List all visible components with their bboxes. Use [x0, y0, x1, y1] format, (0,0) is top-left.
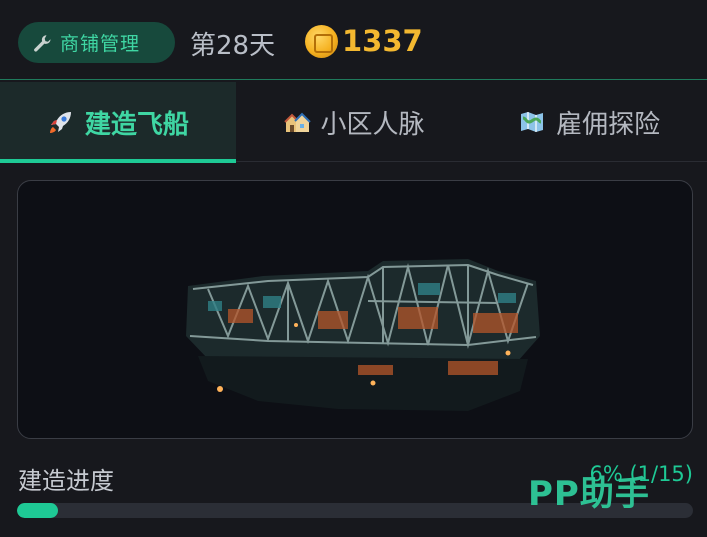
- app-root: 商铺管理 第28天 1337 建造飞船 小区人脉 雇佣探险 建造进度 6% (1…: [0, 0, 707, 537]
- spaceship-frame-image: [186, 259, 540, 411]
- coin-amount: 1337: [342, 24, 423, 58]
- tab-build-ship[interactable]: 建造飞船: [0, 82, 236, 163]
- day-counter: 第28天: [190, 31, 276, 61]
- coin-balance: 1337: [305, 24, 423, 58]
- build-progress-fill: [17, 503, 58, 518]
- map-icon: [521, 112, 544, 132]
- top-status-bar: 商铺管理 第28天 1337: [0, 0, 707, 80]
- houses-icon: [283, 112, 311, 132]
- tab-hire-expedition[interactable]: 雇佣探险: [471, 82, 707, 162]
- coin-icon: [305, 24, 338, 58]
- shop-management-label: 商铺管理: [60, 33, 141, 55]
- tab-community-contacts-label: 小区人脉: [320, 109, 425, 140]
- tab-hire-expedition-label: 雇佣探险: [556, 109, 661, 140]
- shop-management-button[interactable]: 商铺管理: [18, 22, 175, 63]
- tab-build-ship-label: 建造飞船: [84, 109, 189, 140]
- wrench-icon: [34, 34, 51, 52]
- rocket-icon: [49, 112, 71, 133]
- tab-community-contacts[interactable]: 小区人脉: [236, 82, 472, 162]
- watermark-logo: PP助手: [528, 474, 650, 514]
- main-tab-bar: 建造飞船 小区人脉 雇佣探险: [0, 82, 707, 163]
- build-progress-label: 建造进度: [18, 467, 114, 495]
- ship-preview-panel: [17, 180, 693, 439]
